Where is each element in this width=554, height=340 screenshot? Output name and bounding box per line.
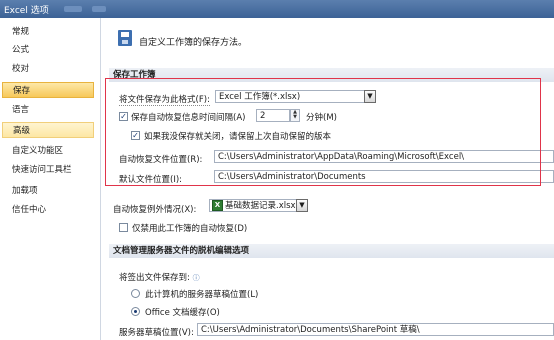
sidebar-item-quick-access[interactable]: 快速访问工具栏 [2,162,94,178]
sidebar-item-advanced[interactable]: 高级 [2,122,94,138]
exceptions-chevron-down-icon[interactable]: ▼ [296,199,308,212]
drafts-location-label: 服务器草稿位置(V): [119,328,194,338]
save-section-title: 保存工作簿 [109,68,554,82]
autorecover-checkbox[interactable]: ✓ [119,112,128,121]
save-to-label-text: 将签出文件保存到: [119,273,190,283]
keep-last-checkbox[interactable]: ✓ [131,131,140,140]
autorecover-location-label: 自动恢复文件位置(R): [119,155,203,165]
chevron-down-icon[interactable]: ▼ [364,90,376,103]
sidebar-item-save[interactable]: 保存 [2,82,94,98]
format-label: 将文件保存为此格式(F): [119,93,210,106]
sidebar: 常规 公式 校对 保存 语言 高级 自定义功能区 快速访问工具栏 加载项 信任中… [0,18,101,340]
interval-spinner[interactable]: ▲ ▼ [290,109,300,122]
title-bar: Excel 选项 [0,0,554,18]
title-blur [64,6,82,12]
office-cache-label: Office 文档缓存(O) [145,308,220,318]
office-cache-radio[interactable] [131,307,140,316]
sidebar-item-trust-center[interactable]: 信任中心 [2,202,94,218]
title-blur-2 [92,6,106,12]
excel-icon: X [212,200,223,211]
sidebar-item-formulas[interactable]: 公式 [2,42,94,58]
info-icon: ⓘ [192,274,200,282]
offline-section-title: 文档管理服务器文件的脱机编辑选项 [109,244,554,258]
disable-autorecover-checkbox[interactable] [119,223,128,232]
sidebar-item-language[interactable]: 语言 [2,102,94,118]
autorecover-location-input[interactable]: C:\Users\Administrator\AppData\Roaming\M… [214,150,554,163]
page-title: 自定义工作簿的保存方法。 [139,38,248,48]
autorecover-label: 保存自动恢复信息时间间隔(A) [131,113,246,123]
format-select[interactable]: Excel 工作簿(*.xlsx) [215,90,365,103]
default-location-label: 默认文件位置(I): [119,175,183,185]
main-panel: 自定义工作簿的保存方法。 保存工作簿 将文件保存为此格式(F): Excel 工… [101,18,554,340]
disable-autorecover-label: 仅禁用此工作簿的自动恢复(D) [132,224,248,234]
exceptions-label: 自动恢复例外情况(X): [113,205,197,215]
server-drafts-label: 此计算机的服务器草稿位置(L) [145,290,259,300]
sidebar-item-customize-ribbon[interactable]: 自定义功能区 [2,143,94,159]
spin-down-icon[interactable]: ▼ [291,115,299,120]
sidebar-item-addins[interactable]: 加载项 [2,183,94,199]
window-title: Excel 选项 [4,6,49,16]
default-location-input[interactable]: C:\Users\Administrator\Documents [214,170,554,183]
save-icon [118,30,132,46]
format-label-text: 将文件保存为此格式(F): [119,95,210,106]
sidebar-item-proofing[interactable]: 校对 [2,61,94,77]
server-drafts-radio[interactable] [131,289,140,298]
keep-last-label: 如果我没保存就关闭，请保留上次自动保留的版本 [144,132,332,142]
save-to-label: 将签出文件保存到: ⓘ [119,271,200,283]
interval-input[interactable]: 2 [256,109,290,122]
drafts-location-input[interactable]: C:\Users\Administrator\Documents\SharePo… [197,323,554,336]
minutes-label: 分钟(M) [306,113,337,123]
sidebar-item-general[interactable]: 常规 [2,24,94,40]
